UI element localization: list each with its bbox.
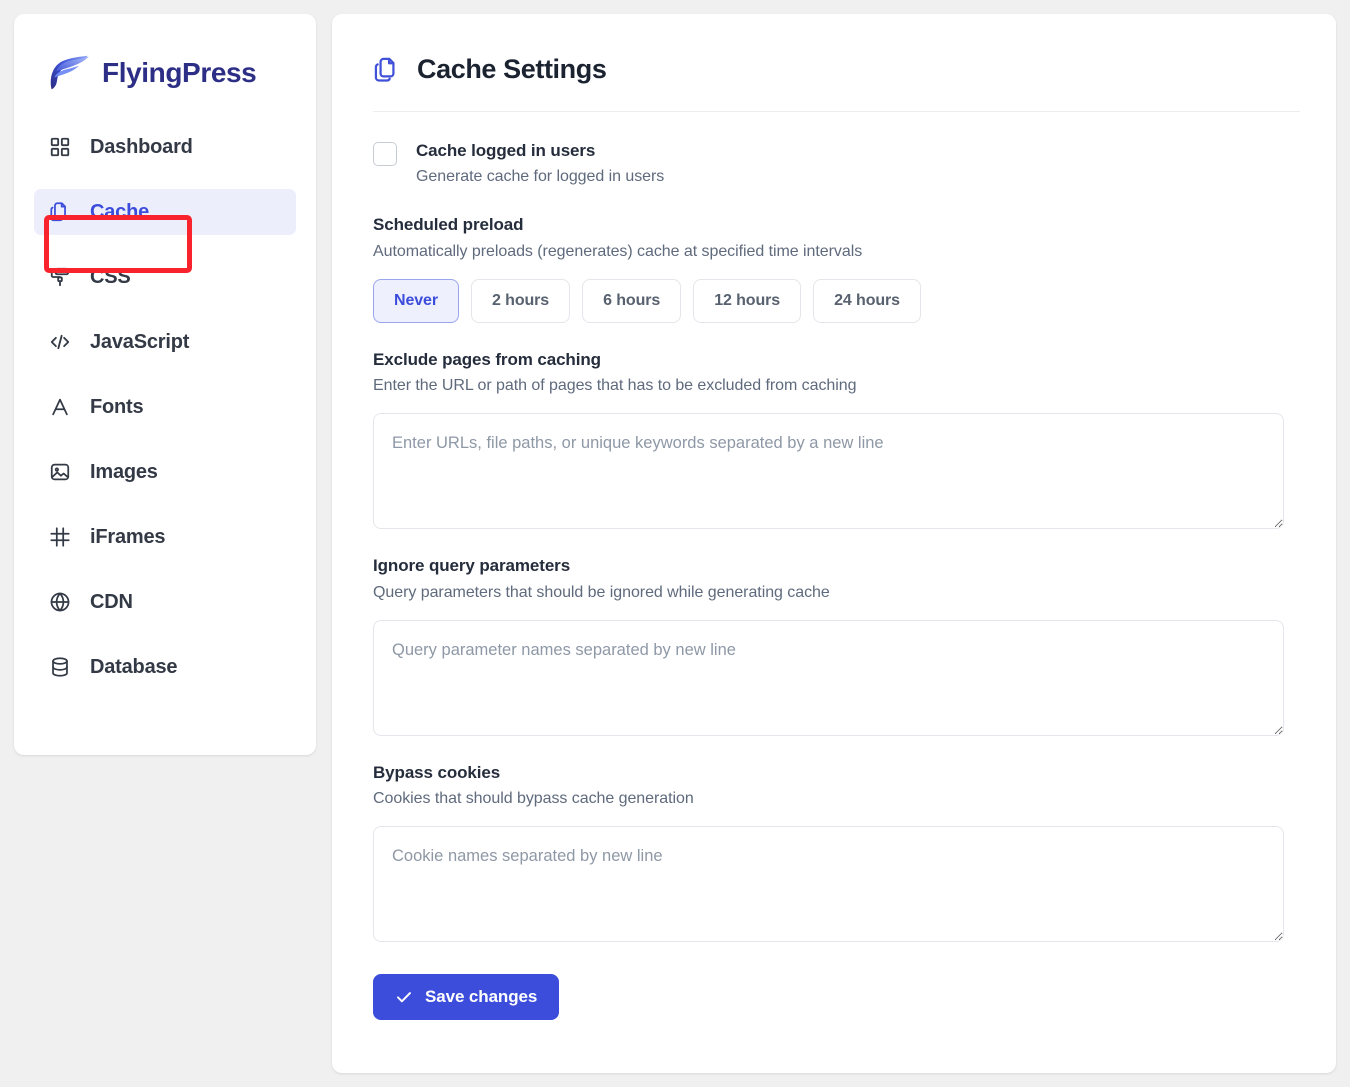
exclude-pages-section: Exclude pages from caching Enter the URL… [373,349,1284,530]
sidebar-item-dashboard[interactable]: Dashboard [34,124,296,170]
field-label: Scheduled preload [373,215,524,235]
preload-option-6-hours[interactable]: 6 hours [582,278,682,323]
sidebar-item-label: Dashboard [90,135,193,158]
preload-option-12-hours[interactable]: 12 hours [693,278,802,323]
sidebar-item-label: Images [90,460,158,483]
database-icon [48,655,72,679]
page-header: Cache Settings [332,14,1336,85]
letter-a-icon [48,395,72,419]
sidebar-item-css[interactable]: CSS [34,254,296,300]
sidebar-item-label: Database [90,655,178,678]
bypass-cookies-textarea[interactable] [373,826,1284,943]
field-label: Exclude pages from caching [373,349,601,369]
save-changes-button[interactable]: Save changes [373,974,560,1021]
cache-logged-in-text: Cache logged in users Generate cache for… [416,140,664,188]
sidebar-item-cdn[interactable]: CDN [34,579,296,625]
sidebar-item-label: CDN [90,590,133,613]
field-description: Generate cache for logged in users [416,168,665,186]
preload-option-2-hours[interactable]: 2 hours [471,278,571,323]
globe-icon [48,590,72,614]
sidebar-item-fonts[interactable]: Fonts [34,384,296,430]
ignore-query-params-section: Ignore query parameters Query parameters… [373,555,1284,736]
sidebar-item-database[interactable]: Database [34,644,296,690]
sidebar-nav: Dashboard Cache CSS JavaScript Fonts Ima… [14,100,316,690]
sidebar-item-iframes[interactable]: iFrames [34,514,296,560]
field-description: Query parameters that should be ignored … [373,583,830,601]
preload-option-24-hours[interactable]: 24 hours [813,278,921,323]
grid-icon [48,135,72,159]
cache-logged-in-row: Cache logged in users Generate cache for… [373,112,1284,188]
field-description: Cookies that should bypass cache generat… [373,790,694,807]
paint-roller-icon [48,265,72,289]
sidebar-item-label: Cache [90,200,150,223]
sidebar: FlyingPress Dashboard Cache CSS JavaScri… [14,14,316,755]
copy-icon [374,57,395,82]
page-title: Cache Settings [417,54,607,84]
check-icon [397,992,411,1003]
sidebar-item-label: JavaScript [90,330,190,353]
sidebar-item-label: CSS [90,265,131,288]
exclude-pages-textarea[interactable] [373,413,1284,530]
brand-name: FlyingPress [102,57,257,88]
main-panel: Cache Settings Cache logged in users Gen… [332,14,1336,1073]
sidebar-item-label: Fonts [90,395,144,418]
sidebar-item-javascript[interactable]: JavaScript [34,319,296,365]
brand: FlyingPress [14,14,316,100]
scheduled-preload-section: Scheduled preload Automatically preloads… [373,214,1284,323]
sidebar-item-images[interactable]: Images [34,449,296,495]
cache-logged-in-checkbox[interactable] [373,142,397,166]
sidebar-item-label: iFrames [90,525,166,548]
image-icon [48,460,72,484]
field-description: Automatically preloads (regenerates) cac… [373,242,863,260]
bypass-cookies-section: Bypass cookies Cookies that should bypas… [373,762,1284,943]
field-label: Cache logged in users [416,141,596,160]
copy-icon [48,200,72,224]
preload-option-never[interactable]: Never [373,278,459,323]
field-label: Bypass cookies [373,762,501,782]
field-description: Enter the URL or path of pages that has … [373,377,857,395]
save-changes-label: Save changes [425,987,538,1007]
flyingpress-settings-screen: FlyingPress Dashboard Cache CSS JavaScri… [0,0,1350,1087]
settings-form: Cache logged in users Generate cache for… [332,112,1336,1021]
preload-interval-group: Never 2 hours 6 hours 12 hours 24 hours [373,278,1284,323]
hash-frame-icon [48,525,72,549]
code-brackets-icon [48,330,72,354]
ignore-query-params-textarea[interactable] [373,619,1284,736]
field-label: Ignore query parameters [373,556,571,576]
sidebar-item-cache[interactable]: Cache [34,189,296,235]
flyingpress-logo-icon [50,55,89,90]
